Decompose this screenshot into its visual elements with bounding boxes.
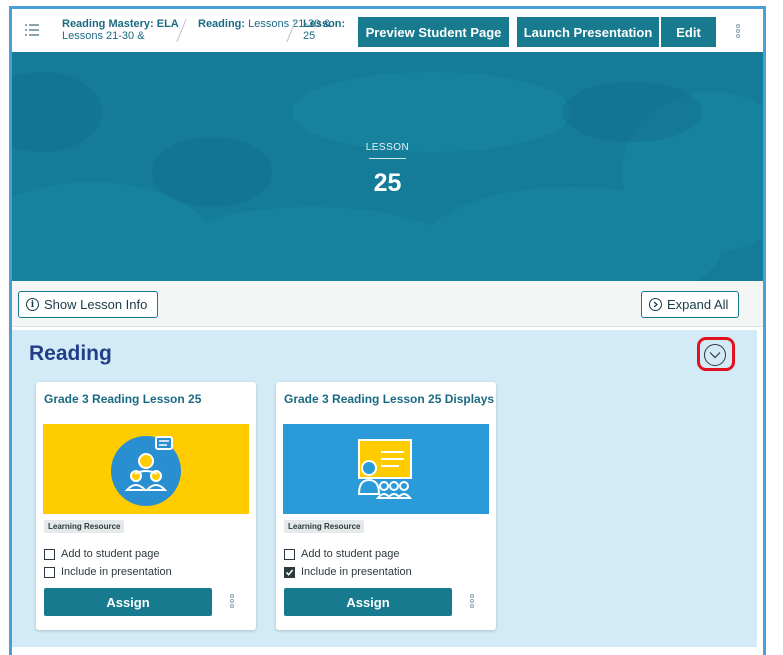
card-title[interactable]: Grade 3 Reading Lesson 25 Displays — [284, 392, 494, 406]
breadcrumb-rest: 25 — [303, 30, 316, 42]
include-in-presentation-option[interactable]: Include in presentation — [284, 566, 412, 578]
app-frame: Reading Mastery: ELA Lessons 21-30 & Rea… — [9, 6, 766, 655]
preview-student-page-button[interactable]: Preview Student Page — [358, 17, 509, 47]
option-label: Add to student page — [301, 548, 400, 560]
checkmark-icon — [285, 568, 294, 576]
breadcrumb-strong: Lesson: — [303, 18, 346, 30]
show-lesson-info-button[interactable]: i Show Lesson Info — [18, 291, 159, 318]
resource-card: Grade 3 Reading Lesson 25 Displays Learn… — [276, 382, 496, 630]
collapse-chevron-icon[interactable] — [704, 344, 726, 366]
add-to-student-page-checkbox[interactable] — [284, 548, 295, 560]
lesson-number: 25 — [373, 169, 402, 197]
show-lesson-info-label: Show Lesson Info — [44, 297, 148, 312]
include-in-presentation-option[interactable]: Include in presentation — [44, 566, 172, 578]
learning-resource-image[interactable] — [283, 424, 489, 514]
top-bar: Reading Mastery: ELA Lessons 21-30 & Rea… — [12, 9, 763, 52]
breadcrumb-lesson[interactable]: Lesson: 25 — [303, 18, 345, 42]
info-icon: i — [26, 298, 39, 311]
add-to-student-page-checkbox[interactable] — [44, 548, 55, 560]
hero-kicker: LESSON — [365, 142, 410, 153]
resource-type-badge: Learning Resource — [284, 520, 365, 533]
edit-button[interactable]: Edit — [661, 17, 716, 47]
lesson-info-bar: i Show Lesson Info Expand All — [12, 281, 763, 327]
section-title: Reading — [29, 342, 112, 365]
breadcrumb-strong: Reading: — [198, 18, 246, 30]
card-title[interactable]: Grade 3 Reading Lesson 25 — [44, 392, 201, 406]
assign-button[interactable]: Assign — [284, 588, 452, 616]
include-in-presentation-checkbox[interactable] — [284, 566, 295, 578]
add-to-student-page-option[interactable]: Add to student page — [284, 548, 399, 560]
resource-type-badge: Learning Resource — [44, 520, 125, 533]
option-label: Add to student page — [61, 548, 160, 560]
assign-button[interactable]: Assign — [44, 588, 212, 616]
list-menu-icon[interactable] — [25, 23, 39, 37]
option-label: Include in presentation — [301, 566, 412, 578]
kebab-menu-icon[interactable] — [470, 594, 474, 609]
include-in-presentation-checkbox[interactable] — [44, 566, 55, 578]
launch-presentation-button[interactable]: Launch Presentation — [517, 17, 659, 47]
hero-background-pattern — [12, 72, 763, 281]
breadcrumb-strong: Reading Mastery: ELA — [62, 18, 179, 30]
lesson-hero-banner: LESSON 25 — [12, 52, 763, 281]
resource-card: Grade 3 Reading Lesson 25 Learning Resou… — [36, 382, 256, 630]
option-label: Include in presentation — [61, 566, 172, 578]
expand-chevron-icon — [649, 298, 662, 311]
kebab-menu-icon[interactable] — [230, 594, 234, 609]
kebab-menu-icon[interactable] — [736, 24, 740, 39]
expand-all-label: Expand All — [667, 297, 729, 312]
expand-all-button[interactable]: Expand All — [641, 291, 740, 318]
hero-divider — [369, 158, 406, 159]
breadcrumb-rest: Lessons 21-30 & — [62, 30, 145, 42]
breadcrumb-program[interactable]: Reading Mastery: ELA Lessons 21-30 & — [62, 18, 179, 42]
learning-resource-image[interactable] — [43, 424, 249, 514]
add-to-student-page-option[interactable]: Add to student page — [44, 548, 159, 560]
reading-section: Reading Grade 3 Reading Lesson 25 Learni… — [12, 330, 757, 647]
